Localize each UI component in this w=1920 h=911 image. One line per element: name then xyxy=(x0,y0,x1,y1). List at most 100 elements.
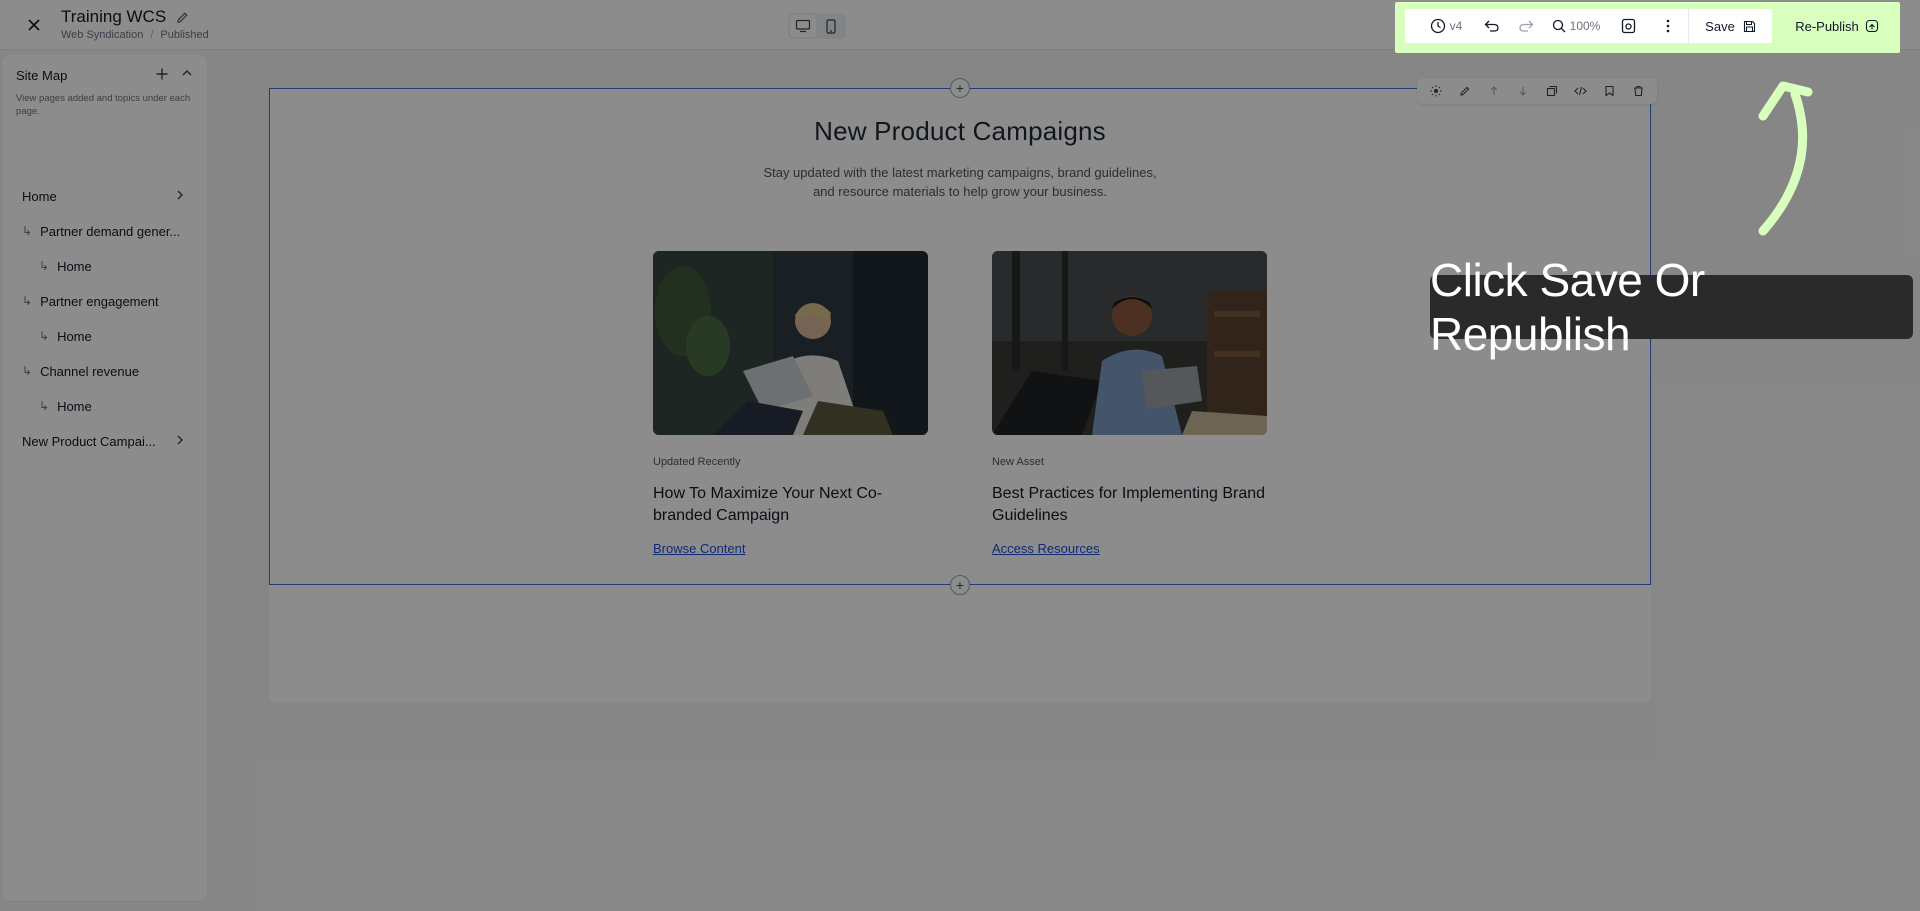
add-section-above-button[interactable]: + xyxy=(950,78,970,98)
card-image-woman-laptop[interactable] xyxy=(653,251,928,435)
card-eyebrow: Updated Recently xyxy=(653,456,741,468)
bookmark-icon xyxy=(1605,85,1614,97)
card-image-man-tablet[interactable] xyxy=(992,251,1267,435)
edit-title-button[interactable] xyxy=(176,11,189,24)
mobile-icon xyxy=(826,18,836,34)
sidebar-item-label: New Product Campai... xyxy=(22,433,156,449)
collapse-panel-button[interactable] xyxy=(181,67,193,81)
card-eyebrow: New Asset xyxy=(992,456,1044,468)
republish-label: Re-Publish xyxy=(1795,18,1859,34)
desktop-icon xyxy=(795,19,811,33)
sidebar-item[interactable]: ↳ Home xyxy=(2,253,207,279)
section-description[interactable]: Stay updated with the latest marketing c… xyxy=(760,163,1160,201)
zoom-control[interactable]: 100% xyxy=(1548,9,1604,43)
republish-icon xyxy=(1865,19,1878,33)
pencil-icon xyxy=(177,12,188,23)
desktop-view-button[interactable] xyxy=(790,15,816,37)
version-history-button[interactable]: v4 xyxy=(1422,9,1470,43)
plus-icon xyxy=(156,68,168,80)
sidebar-item-label: Home xyxy=(57,258,92,274)
document-title-row: Training WCS xyxy=(61,7,189,27)
device-toggle xyxy=(788,13,846,39)
sidebar-item-label: Partner engagement xyxy=(40,293,159,309)
sub-item-arrow-icon: ↳ xyxy=(39,329,50,343)
sidebar-item[interactable]: New Product Campai... xyxy=(2,428,207,454)
sidebar-item[interactable]: ↳ Home xyxy=(2,393,207,419)
sidebar-item[interactable]: ↳ Channel revenue xyxy=(2,358,207,384)
sub-item-arrow-icon: ↳ xyxy=(22,364,33,378)
sub-item-arrow-icon: ↳ xyxy=(39,399,50,413)
site-map-description: View pages added and topics under each p… xyxy=(16,93,191,117)
site-map-title: Site Map xyxy=(16,68,68,83)
sidebar-item[interactable]: ↳ Home xyxy=(2,323,207,349)
section-title[interactable]: New Product Campaigns xyxy=(269,116,1651,147)
card-link[interactable]: Browse Content xyxy=(653,541,746,556)
sidebar-item-label: Home xyxy=(22,188,57,204)
breadcrumb-item: Published xyxy=(160,29,209,41)
style-button[interactable] xyxy=(1425,80,1447,102)
more-options-button[interactable] xyxy=(1654,9,1682,43)
content-card[interactable]: Updated Recently How To Maximize Your Ne… xyxy=(653,251,928,556)
preview-icon xyxy=(1621,18,1635,34)
version-label: v4 xyxy=(1449,19,1463,33)
breadcrumb-separator: / xyxy=(150,29,154,41)
card-title[interactable]: Best Practices for Implementing Brand Gu… xyxy=(992,483,1267,527)
sub-item-arrow-icon: ↳ xyxy=(39,259,50,273)
move-down-button[interactable] xyxy=(1512,80,1534,102)
sidebar-item-label: Partner demand gener... xyxy=(40,223,181,239)
code-button[interactable] xyxy=(1570,80,1592,102)
callout-arrow-icon xyxy=(1758,81,1813,236)
sidebar-item-label: Channel revenue xyxy=(40,363,140,379)
code-icon xyxy=(1574,86,1587,96)
more-vertical-icon xyxy=(1666,19,1670,33)
sun-icon xyxy=(1430,85,1441,97)
add-section-below-button[interactable]: + xyxy=(950,575,970,595)
floppy-disk-icon xyxy=(1743,20,1755,32)
close-button[interactable] xyxy=(22,13,46,37)
sidebar-item[interactable]: Home xyxy=(2,183,207,209)
republish-button[interactable]: Re-Publish xyxy=(1778,9,1896,43)
save-label: Save xyxy=(1705,18,1735,34)
bookmark-button[interactable] xyxy=(1599,80,1621,102)
trash-icon xyxy=(1634,85,1643,97)
preview-button[interactable] xyxy=(1614,9,1642,43)
breadcrumb-item[interactable]: Web Syndication xyxy=(61,29,143,41)
add-page-button[interactable] xyxy=(155,67,169,81)
block-toolbar xyxy=(1417,78,1657,104)
move-up-button[interactable] xyxy=(1483,80,1505,102)
save-button[interactable]: Save xyxy=(1688,9,1772,43)
arrow-down-icon xyxy=(1519,87,1526,96)
breadcrumb: Web Syndication / Published xyxy=(61,29,209,41)
undo-button[interactable] xyxy=(1478,9,1506,43)
duplicate-button[interactable] xyxy=(1541,80,1563,102)
sidebar-item[interactable]: ↳ Partner demand gener... xyxy=(2,218,207,244)
undo-icon xyxy=(1484,20,1499,32)
document-title: Training WCS xyxy=(61,7,167,26)
tutorial-callout: Click Save Or Republish xyxy=(1430,254,1913,360)
sidebar-item-label: Home xyxy=(57,328,92,344)
redo-button[interactable] xyxy=(1512,9,1540,43)
pencil-icon xyxy=(1459,86,1469,96)
mobile-view-button[interactable] xyxy=(818,15,844,37)
sub-item-arrow-icon: ↳ xyxy=(22,294,33,308)
site-map-panel: Site Map View pages added and topics und… xyxy=(2,55,207,901)
sidebar-item-label: Home xyxy=(57,398,92,414)
redo-icon xyxy=(1519,20,1534,32)
edit-block-button[interactable] xyxy=(1454,80,1476,102)
site-map-actions xyxy=(155,67,193,81)
arrow-up-icon xyxy=(1490,86,1497,95)
chevron-right-icon[interactable] xyxy=(175,434,185,446)
card-link[interactable]: Access Resources xyxy=(992,541,1100,556)
clock-icon xyxy=(1430,18,1445,34)
sidebar-item[interactable]: ↳ Partner engagement xyxy=(2,288,207,314)
card-title[interactable]: How To Maximize Your Next Co-branded Cam… xyxy=(653,483,928,527)
content-card[interactable]: New Asset Best Practices for Implementin… xyxy=(992,251,1267,556)
chevron-up-icon xyxy=(182,70,192,76)
sub-item-arrow-icon: ↳ xyxy=(22,224,33,238)
duplicate-icon xyxy=(1546,85,1557,97)
zoom-level: 100% xyxy=(1569,19,1601,33)
zoom-icon xyxy=(1552,19,1566,33)
chevron-right-icon[interactable] xyxy=(175,189,185,201)
close-icon xyxy=(28,19,40,31)
delete-button[interactable] xyxy=(1628,80,1650,102)
